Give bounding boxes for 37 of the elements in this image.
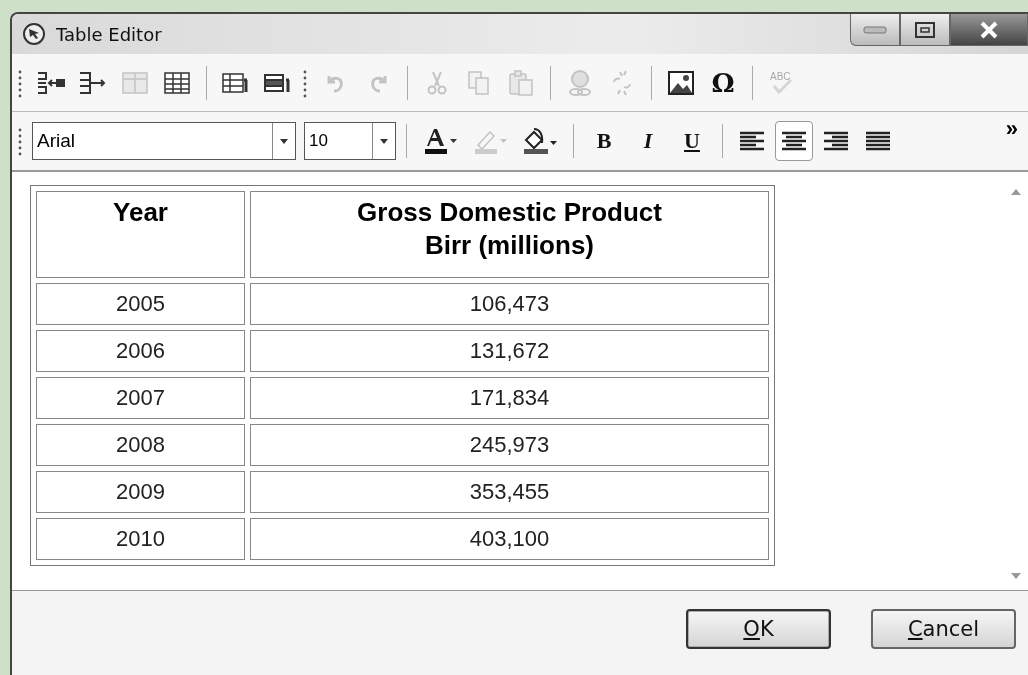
maximize-button[interactable]: [900, 14, 950, 46]
cancel-button[interactable]: Cancel: [871, 609, 1016, 649]
scroll-up-icon: [1010, 188, 1022, 196]
more-button[interactable]: »: [1001, 116, 1022, 142]
table-cell: 2009: [36, 471, 245, 513]
table-cell: 171,834: [250, 377, 769, 419]
table-cell: 2005: [36, 283, 245, 325]
toolbar-grip: [18, 126, 22, 156]
ok-button[interactable]: OK: [686, 609, 831, 649]
table-cell: 245,973: [250, 424, 769, 466]
caret-icon: [380, 138, 388, 144]
italic-button[interactable]: I: [628, 121, 668, 161]
align-center-button[interactable]: [775, 121, 813, 161]
column-header: Gross Domestic Product Birr (millions): [250, 191, 769, 278]
caret-icon: [280, 138, 288, 144]
table-cell: 2010: [36, 518, 245, 560]
underline-button[interactable]: U: [672, 121, 712, 161]
table-cell: 131,672: [250, 330, 769, 372]
table-cell: 2007: [36, 377, 245, 419]
symbol-button[interactable]: Ω: [704, 62, 742, 103]
close-button[interactable]: [950, 14, 1028, 46]
scroll-down-icon: [1010, 572, 1022, 580]
minimize-icon: [863, 24, 887, 35]
font-size-dropdown[interactable]: 10: [304, 122, 396, 160]
app-icon: [22, 22, 46, 46]
column-header: Year: [36, 191, 245, 278]
table-cell: 403,100: [250, 518, 769, 560]
close-icon: [979, 20, 999, 39]
table-cell: 2008: [36, 424, 245, 466]
minimize-button[interactable]: [850, 14, 900, 46]
table-cell: 353,455: [250, 471, 769, 513]
maximize-icon: [914, 20, 936, 39]
table-cell: 106,473: [250, 283, 769, 325]
window-title: Table Editor: [56, 23, 162, 45]
table-cell: 2006: [36, 330, 245, 372]
font-dropdown[interactable]: Arial: [32, 122, 296, 160]
bold-button[interactable]: B: [584, 121, 624, 161]
